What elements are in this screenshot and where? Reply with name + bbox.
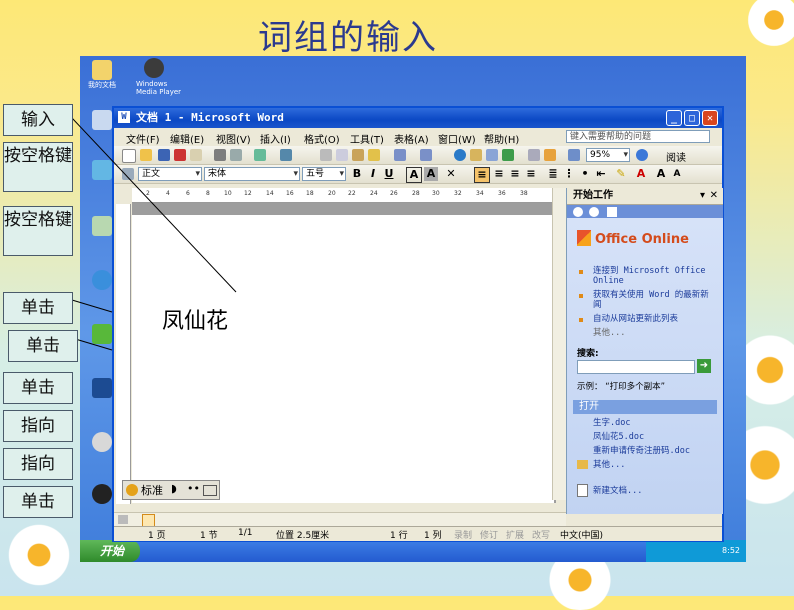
step-label-point: 指向 xyxy=(3,448,73,480)
step-label-space: 按空格键 xyxy=(3,206,73,256)
step-label-click: 单击 xyxy=(8,330,78,362)
step-label-click: 单击 xyxy=(3,372,73,404)
step-label-input: 输入 xyxy=(3,104,73,136)
step-label-click: 单击 xyxy=(3,486,73,518)
step-label-space: 按空格键 xyxy=(3,142,73,192)
step-label-click: 单击 xyxy=(3,292,73,324)
step-label-point: 指向 xyxy=(3,410,73,442)
annotation-lines xyxy=(71,117,237,351)
